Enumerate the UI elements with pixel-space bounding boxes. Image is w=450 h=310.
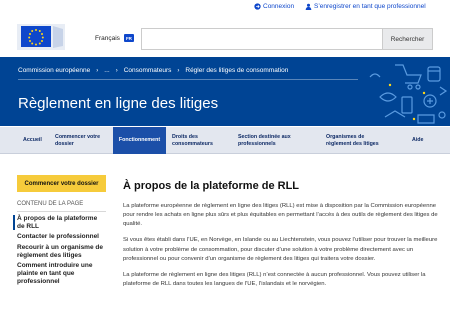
chevron-right-icon: › (115, 67, 118, 74)
search-bar: Rechercher (141, 28, 433, 50)
breadcrumb-divider (18, 79, 358, 80)
login-link[interactable]: Connexion (254, 3, 294, 10)
main-navigation: Accueil Commencer votre dossier Fonction… (0, 127, 450, 154)
content-paragraph: La plateforme de règlement en ligne des … (123, 271, 426, 287)
content-paragraph: La plateforme européenne de règlement en… (123, 203, 438, 228)
top-bar: Connexion S’enregistrer en tant que prof… (0, 0, 450, 14)
search-button[interactable]: Rechercher (382, 29, 432, 49)
login-icon (254, 3, 261, 10)
breadcrumb-item[interactable]: Commission européenne (18, 67, 90, 74)
language-label: Français (95, 34, 120, 42)
chevron-right-icon: › (177, 67, 180, 74)
toc-item[interactable]: Recourir à un organisme de règlement des… (17, 244, 106, 259)
breadcrumb: Commission européenne › ... › Consommate… (18, 67, 288, 74)
nav-item-aide[interactable]: Aide (408, 127, 433, 154)
toc-item[interactable]: Contacter le professionnel (17, 233, 106, 241)
page-title: Règlement en ligne des litiges (18, 95, 219, 112)
register-label: S’enregistrer en tant que professionnel (314, 3, 426, 10)
page-sidebar: Commencer votre dossier CONTENU DE LA PA… (13, 175, 106, 285)
nav-item-droits[interactable]: Droits des consommateurs (168, 127, 230, 154)
toc-item[interactable]: À propos de la plateforme de RLL (13, 215, 106, 231)
nav-item-fonctionnement[interactable]: Fonctionnement (113, 127, 166, 154)
nav-item-commencer[interactable]: Commencer votre dossier (51, 127, 111, 154)
register-link[interactable]: S’enregistrer en tant que professionnel (305, 3, 426, 10)
main-content: À propos de la plateforme de RLL La plat… (123, 180, 443, 289)
nav-item-accueil[interactable]: Accueil (19, 127, 49, 154)
page-banner: Commission européenne › ... › Consommate… (0, 57, 450, 126)
nav-item-organismes[interactable]: Organismes de règlement des litiges (322, 127, 390, 154)
login-label: Connexion (263, 3, 295, 10)
content-paragraph: Si vous êtes établi dans l’UE, en Norvèg… (123, 237, 438, 262)
site-header: Français FR Rechercher (0, 14, 450, 56)
breadcrumb-item[interactable]: Régler des litiges de consommation (185, 67, 288, 74)
breadcrumb-item[interactable]: Consommateurs (124, 67, 172, 74)
user-icon (305, 3, 312, 10)
eu-flag-logo[interactable] (17, 24, 65, 50)
section-heading: À propos de la plateforme de RLL (123, 180, 300, 192)
toc-heading: CONTENU DE LA PAGE (17, 201, 106, 212)
chevron-right-icon: › (96, 67, 99, 74)
nav-item-professionnels[interactable]: Section destinée aux professionnels (234, 127, 298, 154)
language-code-badge: FR (123, 34, 134, 42)
search-input[interactable] (142, 29, 382, 49)
breadcrumb-item[interactable]: ... (104, 67, 109, 74)
language-selector[interactable]: Français FR (95, 34, 134, 42)
start-dossier-button[interactable]: Commencer votre dossier (17, 175, 106, 192)
consumer-illustration-icon (369, 64, 448, 124)
toc-item[interactable]: Comment introduire une plainte en tant q… (17, 262, 106, 285)
